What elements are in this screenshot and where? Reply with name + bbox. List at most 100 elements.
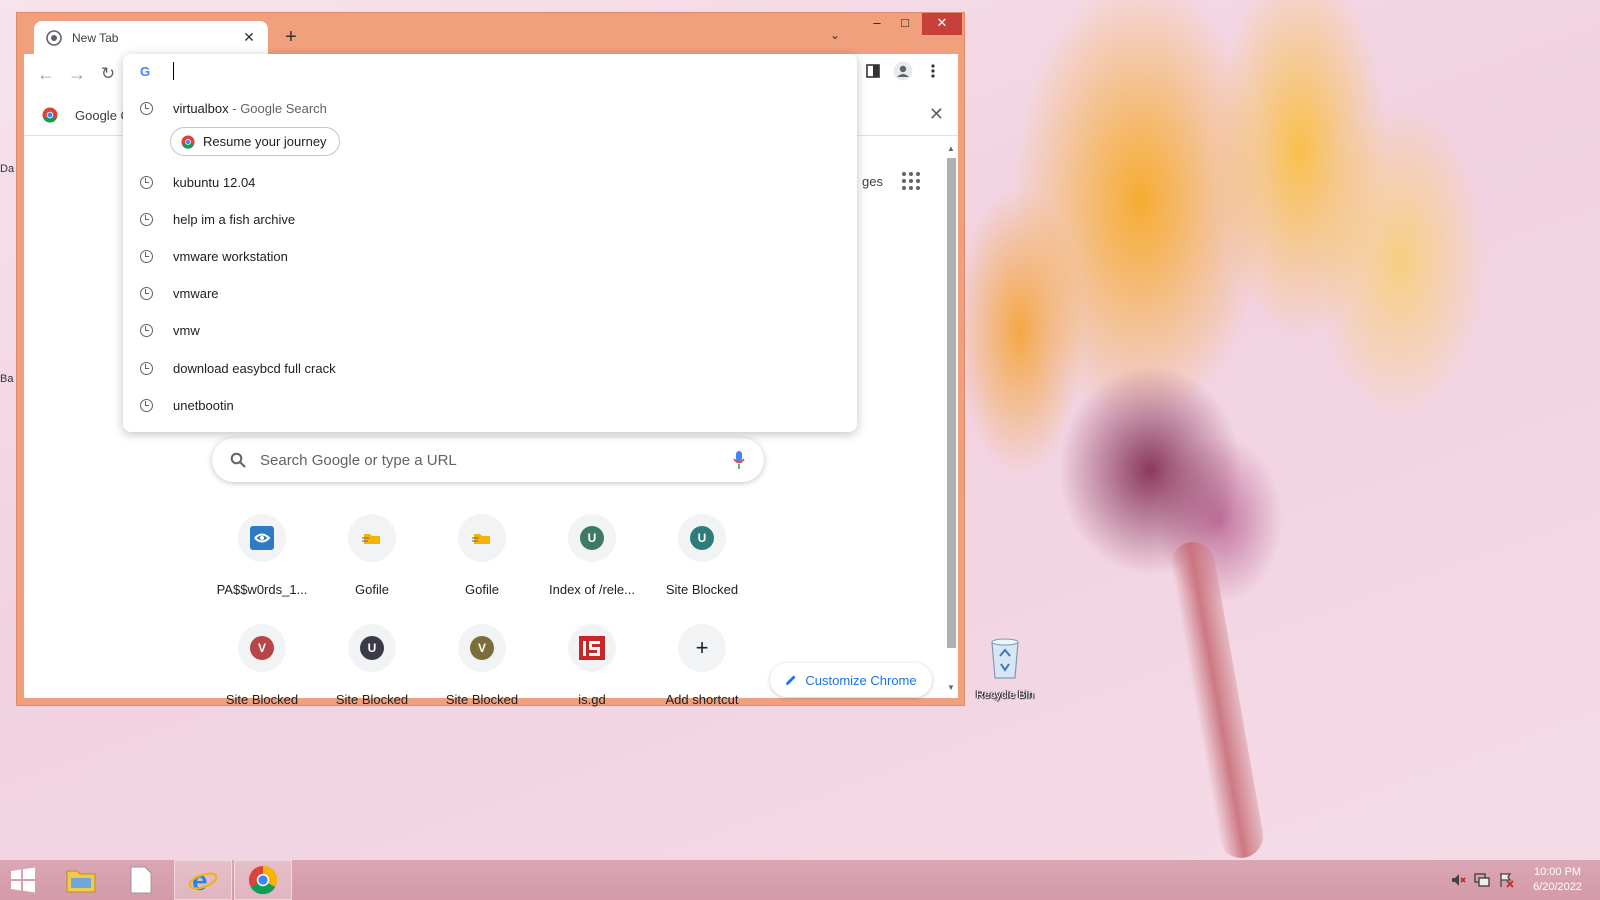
shortcut-tile[interactable]: PA$$w0rds_1... [207, 514, 317, 597]
isgd-icon [579, 636, 605, 660]
suggestion-row[interactable]: vmw [123, 312, 857, 348]
letter-avatar-icon: V [470, 636, 494, 660]
customize-chrome-button[interactable]: Customize Chrome [770, 663, 932, 697]
shortcut-icon-circle [568, 624, 616, 672]
blue-arrow-icon [250, 526, 274, 550]
scroll-down-arrow-icon[interactable]: ▼ [947, 683, 955, 692]
shortcut-tile[interactable]: U Site Blocked [317, 624, 427, 707]
images-link[interactable]: ges [862, 174, 883, 189]
side-panel-icon[interactable] [866, 64, 880, 78]
tab-new-tab[interactable]: New Tab ✕ [34, 21, 268, 54]
history-clock-icon [140, 398, 153, 412]
search-icon [230, 452, 246, 468]
suggestion-row[interactable]: help im a fish archive [123, 201, 857, 237]
shortcut-tile[interactable]: Gofile [427, 514, 537, 597]
desktop-icon-fragment[interactable]: Da [0, 163, 14, 175]
tab-title: New Tab [72, 30, 119, 45]
chrome-icon [46, 29, 62, 46]
info-bar-label: Google C [75, 108, 130, 123]
page-scrollbar[interactable]: ▲ ▼ [944, 144, 958, 698]
suggestion-row[interactable]: vmware workstation [123, 238, 857, 274]
shortcut-icon-circle: U [568, 514, 616, 562]
suggestion-row[interactable]: unetbootin [123, 387, 857, 423]
scroll-up-arrow-icon[interactable]: ▲ [947, 144, 955, 153]
history-clock-icon [140, 175, 153, 189]
shortcut-tile[interactable]: is.gd [537, 624, 647, 707]
shortcut-tile[interactable]: U Index of /rele... [537, 514, 647, 597]
history-clock-icon [140, 286, 153, 300]
gofile-icon [362, 534, 380, 544]
start-button[interactable] [0, 860, 46, 900]
svg-text:e: e [192, 865, 208, 895]
shortcut-tile[interactable]: V Site Blocked [207, 624, 317, 707]
shortcut-tile[interactable]: V Site Blocked [427, 624, 537, 707]
omnibox-dropdown: G virtualbox - Google Search Resume your… [123, 54, 857, 432]
suggestion-text: unetbootin [173, 397, 234, 413]
action-center-flag-icon[interactable] [1498, 872, 1514, 888]
suggestion-row[interactable]: download easybcd full crack [123, 350, 857, 386]
apps-grid-icon[interactable] [902, 172, 920, 190]
journey-chip-label: Resume your journey [203, 134, 327, 149]
back-button[interactable]: ← [34, 62, 58, 86]
letter-avatar-icon: V [250, 636, 274, 660]
chrome-logo-icon [248, 865, 278, 895]
volume-muted-icon[interactable] [1450, 872, 1466, 888]
microphone-icon[interactable] [732, 450, 746, 470]
taskbar: e 10:00 PM 6/20/2022 [0, 860, 1600, 900]
taskbar-notepad[interactable] [112, 860, 170, 900]
scroll-thumb[interactable] [947, 158, 956, 648]
menu-kebab-icon[interactable] [931, 64, 935, 78]
shortcut-label: PA$$w0rds_1... [216, 582, 308, 597]
history-clock-icon [140, 361, 153, 375]
new-tab-button[interactable]: + [279, 26, 303, 49]
letter-avatar-icon: U [580, 526, 604, 550]
maximize-button[interactable]: □ [891, 13, 919, 35]
shortcut-icon-circle: U [678, 514, 726, 562]
resume-journey-chip[interactable]: Resume your journey [170, 127, 340, 156]
suggestion-text: download easybcd full crack [173, 360, 336, 376]
network-icon[interactable] [1474, 872, 1490, 888]
suggestion-text: help im a fish archive [173, 211, 296, 227]
ntp-search-box[interactable]: Search Google or type a URL [212, 438, 764, 482]
reload-button[interactable]: ↻ [96, 62, 120, 86]
minimize-button[interactable]: – [863, 13, 891, 35]
suggestion-row[interactable]: vmware [123, 275, 857, 311]
pencil-icon [786, 675, 796, 685]
suggestion-row[interactable]: virtualbox - Google Search [123, 90, 857, 126]
close-window-button[interactable]: ✕ [922, 13, 962, 35]
gofile-icon [472, 534, 490, 544]
taskbar-chrome[interactable] [234, 860, 292, 900]
address-bar-input[interactable]: G [123, 54, 857, 90]
suggestion-text: kubuntu 12.04 [173, 174, 256, 190]
forward-button[interactable]: → [65, 62, 89, 86]
suggestion-text: vmware [173, 285, 219, 301]
info-bar-close-icon[interactable]: ✕ [929, 104, 944, 125]
suggestion-text: vmware workstation [173, 248, 288, 264]
add-shortcut-tile[interactable]: + Add shortcut [647, 624, 757, 707]
taskbar-internet-explorer[interactable]: e [174, 860, 232, 900]
letter-avatar-icon: U [360, 636, 384, 660]
text-caret [173, 62, 174, 80]
shortcut-label: Index of /rele... [549, 582, 635, 597]
shortcut-label: Site Blocked [665, 582, 739, 597]
plus-icon: + [695, 635, 709, 660]
shortcut-tile[interactable]: U Site Blocked [647, 514, 757, 597]
system-clock[interactable]: 10:00 PM 6/20/2022 [1533, 865, 1582, 895]
taskbar-file-explorer[interactable] [52, 860, 110, 900]
tab-close-icon[interactable]: ✕ [240, 29, 258, 46]
customize-chrome-label: Customize Chrome [805, 672, 917, 688]
suggestion-row[interactable]: kubuntu 12.04 [123, 164, 857, 200]
shortcut-label: Gofile [355, 582, 389, 597]
recycle-bin-desktop-icon[interactable]: Recycle Bin [972, 636, 1038, 701]
shortcut-icon-circle: V [238, 624, 286, 672]
shortcut-icon-circle: U [348, 624, 396, 672]
shortcut-icon-circle [458, 514, 506, 562]
desktop-icon-fragment[interactable]: Ba [0, 373, 13, 385]
shortcut-tile[interactable]: Gofile [317, 514, 427, 597]
windows-logo-icon [11, 867, 35, 893]
tab-search-icon[interactable]: ⌄ [830, 28, 840, 42]
suggestion-text: virtualbox - Google Search [173, 100, 327, 116]
profile-icon[interactable] [893, 61, 913, 81]
suggestion-text: vmw [173, 322, 200, 338]
shortcut-label: Site Blocked [335, 692, 409, 707]
